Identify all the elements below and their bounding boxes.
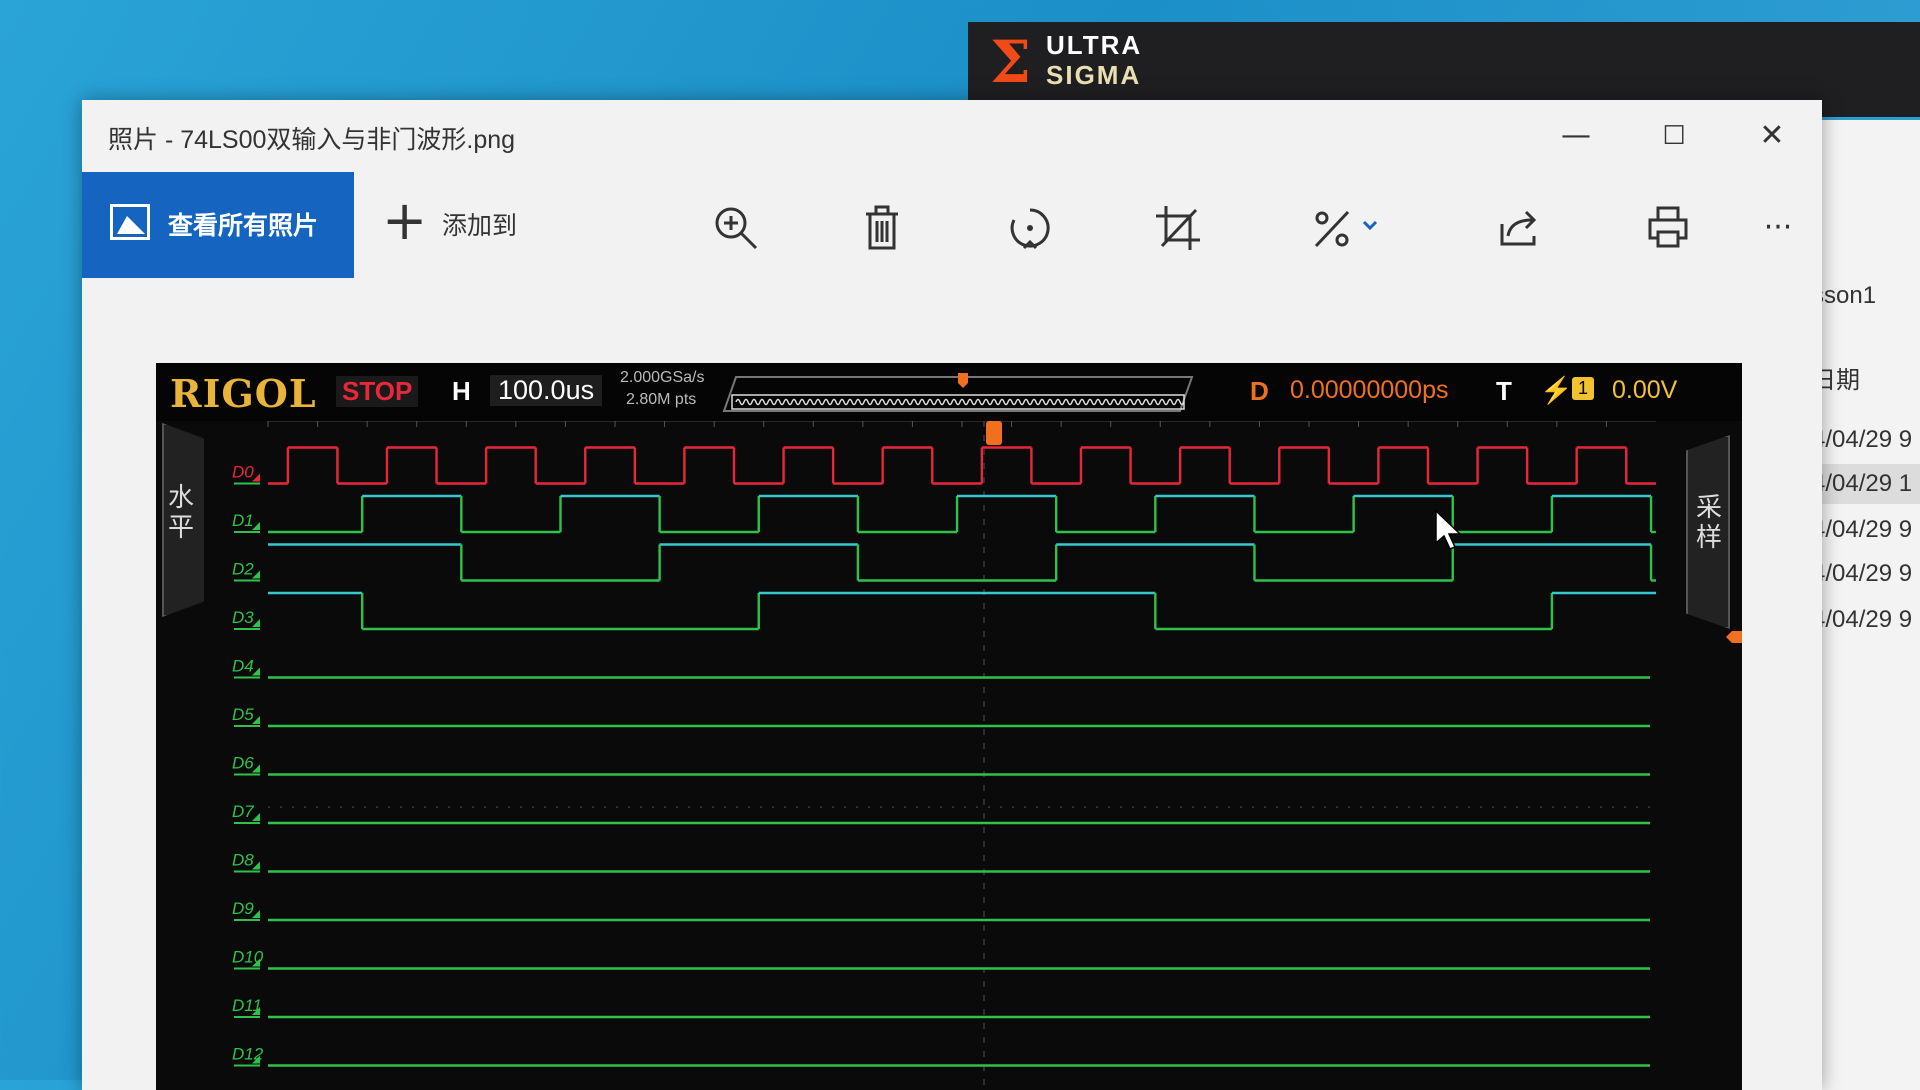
run-state: STOP [336, 376, 419, 407]
view-all-photos-button[interactable]: 查看所有照片 [82, 172, 354, 278]
zoom-in-icon[interactable] [710, 202, 762, 254]
list-item-date[interactable]: 4/04/29 9 [1812, 560, 1912, 588]
trigger-marker [986, 421, 1002, 445]
channel-label: D2 [232, 560, 254, 579]
memory-overview [722, 373, 1194, 412]
channel-label: D0 [232, 463, 254, 482]
sigma-logo-icon: Σ [990, 28, 1032, 96]
photo-icon [110, 204, 150, 240]
toolbar: 查看所有照片 + 添加到 ··· [82, 172, 1822, 278]
view-all-photos-label: 查看所有照片 [168, 211, 319, 240]
horizontal-delay: 0.00000000ps [1290, 376, 1449, 404]
sample-rate: 2.000GSa/s [620, 369, 705, 386]
crop-icon[interactable] [1152, 202, 1204, 254]
ultra-sigma-logo-text: ULTRA SIGMA [1046, 30, 1142, 90]
d-label: D [1250, 376, 1269, 406]
waveform-display: D0D1D2D3D4D5D6D7D8D9D10D11D12 [232, 421, 1742, 1090]
add-to-label: 添加到 [442, 211, 518, 240]
channel-label: D4 [232, 657, 254, 676]
trigger-level: 0.00V [1612, 376, 1678, 404]
channel-label: D6 [232, 754, 254, 773]
rigol-logo: RIGOL [170, 371, 317, 416]
scope-status-bar: RIGOL STOP H 100.0us 2.000GSa/s 2.80M pt… [156, 363, 1742, 421]
list-item-date[interactable]: 4/04/29 9 [1812, 426, 1912, 454]
maximize-button[interactable]: ☐ [1644, 116, 1704, 156]
channel-labels: D0D1D2D3D4D5D6D7D8D9D10D11D12 [232, 463, 264, 1067]
rotate-icon[interactable] [1004, 202, 1056, 254]
edge-trigger-icon: ⚡ [1540, 375, 1573, 405]
more-icon[interactable]: ··· [1752, 202, 1804, 254]
logo-line2: SIGMA [1046, 60, 1142, 90]
channel-label: D5 [232, 705, 254, 724]
channel-label: D7 [232, 802, 254, 821]
logo-line1: ULTRA [1046, 30, 1143, 60]
plus-icon: + [382, 189, 428, 252]
channel-label: D3 [232, 608, 254, 627]
h-label: H [452, 376, 471, 406]
edit-icon[interactable] [1308, 202, 1378, 254]
trigger-level-marker [1726, 631, 1742, 643]
image-viewer[interactable]: RIGOL STOP H 100.0us 2.000GSa/s 2.80M pt… [82, 280, 1822, 1090]
timebase: 100.0us [490, 375, 603, 406]
channel-label: D8 [232, 851, 254, 870]
list-item-date[interactable]: 4/04/29 9 [1812, 516, 1912, 544]
minimize-button[interactable]: — [1546, 116, 1606, 156]
list-item-date[interactable]: 4/04/29 1 [1806, 464, 1920, 504]
share-icon[interactable] [1494, 202, 1546, 254]
channel-label: D9 [232, 899, 254, 918]
close-button[interactable]: ✕ [1742, 116, 1802, 156]
memory-depth: 2.80M pts [626, 391, 697, 408]
trigger-source: 1 [1572, 377, 1595, 400]
list-item-date[interactable]: 4/04/29 9 [1812, 606, 1912, 634]
channel-label: D1 [232, 511, 254, 530]
background-file-list: sson1 日期 4/04/29 9 4/04/29 1 4/04/29 9 4… [1806, 120, 1920, 1090]
trigger-position-marker [958, 373, 968, 388]
delete-icon[interactable] [856, 202, 908, 254]
title-bar[interactable]: 照片 - 74LS00双输入与非门波形.png — ☐ ✕ [82, 100, 1822, 168]
window-title: 照片 - 74LS00双输入与非门波形.png [108, 126, 516, 154]
oscilloscope-screenshot: RIGOL STOP H 100.0us 2.000GSa/s 2.80M pt… [156, 363, 1742, 1090]
photos-window: 照片 - 74LS00双输入与非门波形.png — ☐ ✕ 查看所有照片 + 添… [82, 100, 1822, 1090]
print-icon[interactable] [1642, 202, 1694, 254]
t-label: T [1496, 376, 1512, 406]
mouse-cursor-icon [1435, 509, 1462, 550]
